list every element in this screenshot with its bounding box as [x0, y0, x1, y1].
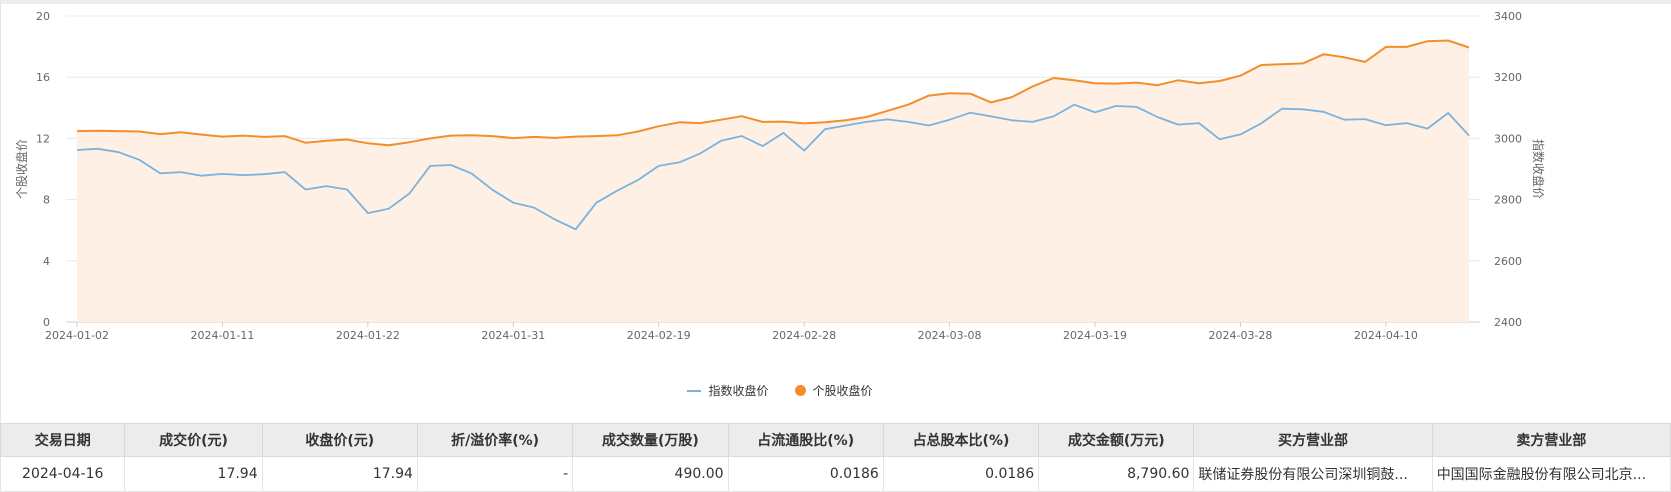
- col-header-close-price[interactable]: 收盘价(元): [261, 423, 418, 457]
- col-header-trade-date[interactable]: 交易日期: [0, 423, 126, 457]
- y-right-axis-title: 指数收盘价: [1531, 139, 1546, 199]
- x-tick-label: 2024-03-08: [918, 329, 982, 342]
- y-right-tick-label: 3400: [1494, 10, 1522, 23]
- y-left-tick-label: 0: [43, 316, 50, 329]
- x-tick-label: 2024-04-10: [1354, 329, 1418, 342]
- y-left-tick-label: 16: [36, 71, 50, 84]
- col-header-premium-rate[interactable]: 折/溢价率(%): [416, 423, 574, 457]
- x-tick-label: 2024-02-19: [627, 329, 691, 342]
- y-right-tick-label: 3000: [1494, 132, 1522, 145]
- cell-volume: 490.00: [572, 456, 729, 492]
- y-left-tick-label: 20: [36, 10, 50, 23]
- x-tick-label: 2024-03-28: [1208, 329, 1272, 342]
- y-right-tick-label: 2600: [1494, 255, 1522, 268]
- x-tick-label: 2024-01-31: [481, 329, 545, 342]
- x-tick-label: 2024-01-02: [45, 329, 109, 342]
- cell-premium-rate: -: [416, 456, 574, 492]
- col-header-amount[interactable]: 成交金额(万元): [1038, 423, 1195, 457]
- x-tick-label: 2024-03-19: [1063, 329, 1127, 342]
- cell-amount: 8,790.60: [1038, 456, 1195, 492]
- y-right-tick-label: 2800: [1494, 194, 1522, 207]
- y-right-tick-label: 3200: [1494, 71, 1522, 84]
- cell-float-share-ratio: 0.0186: [727, 456, 884, 492]
- x-tick-label: 2024-02-28: [772, 329, 836, 342]
- legend-label-stock: 个股收盘价: [812, 384, 873, 398]
- cell-total-share-ratio: 0.0186: [882, 456, 1040, 492]
- cell-buyer[interactable]: 联储证券股份有限公司深圳铜鼓...: [1193, 456, 1433, 492]
- legend-line-icon: [687, 389, 702, 392]
- legend-item-stock[interactable]: 个股收盘价: [794, 382, 873, 399]
- cell-seller[interactable]: 中国国际金融股份有限公司北京...: [1431, 456, 1671, 492]
- col-header-buyer[interactable]: 买方营业部: [1193, 423, 1433, 457]
- series-area-stock-close: [77, 40, 1469, 322]
- x-tick-label: 2024-01-11: [190, 329, 254, 342]
- x-tick-label: 2024-01-22: [336, 329, 400, 342]
- legend-label-index: 指数收盘价: [708, 384, 769, 398]
- col-header-total-share-ratio[interactable]: 占总股本比(%): [882, 423, 1040, 457]
- y-left-tick-label: 12: [36, 132, 50, 145]
- col-header-seller[interactable]: 卖方营业部: [1431, 423, 1671, 457]
- legend-item-index[interactable]: 指数收盘价: [687, 382, 769, 399]
- y-left-tick-label: 8: [43, 194, 50, 207]
- y-left-tick-label: 4: [43, 255, 50, 268]
- cell-close-price: 17.94: [261, 456, 418, 492]
- y-left-axis-title: 个股收盘价: [14, 139, 29, 199]
- y-right-tick-label: 2400: [1494, 316, 1522, 329]
- col-header-volume[interactable]: 成交数量(万股): [572, 423, 729, 457]
- table-row: 2024-04-16 17.94 17.94 - 490.00 0.0186 0…: [0, 456, 1671, 492]
- chart-legend: 指数收盘价 个股收盘价: [0, 382, 1560, 399]
- cell-trade-date: 2024-04-16: [0, 456, 126, 492]
- table-header-row: 交易日期 成交价(元) 收盘价(元) 折/溢价率(%) 成交数量(万股) 占流通…: [0, 423, 1671, 457]
- block-trade-table: 交易日期 成交价(元) 收盘价(元) 折/溢价率(%) 成交数量(万股) 占流通…: [0, 423, 1671, 492]
- col-header-trade-price[interactable]: 成交价(元): [124, 423, 263, 457]
- col-header-float-share-ratio[interactable]: 占流通股比(%): [727, 423, 884, 457]
- legend-dot-icon: [794, 385, 806, 396]
- price-chart: 0 4 8 12 16 20 2400 2600 2800 3000 3200 3400 个股收盘价 指数…: [14, 10, 1546, 342]
- cell-trade-price: 17.94: [124, 456, 263, 492]
